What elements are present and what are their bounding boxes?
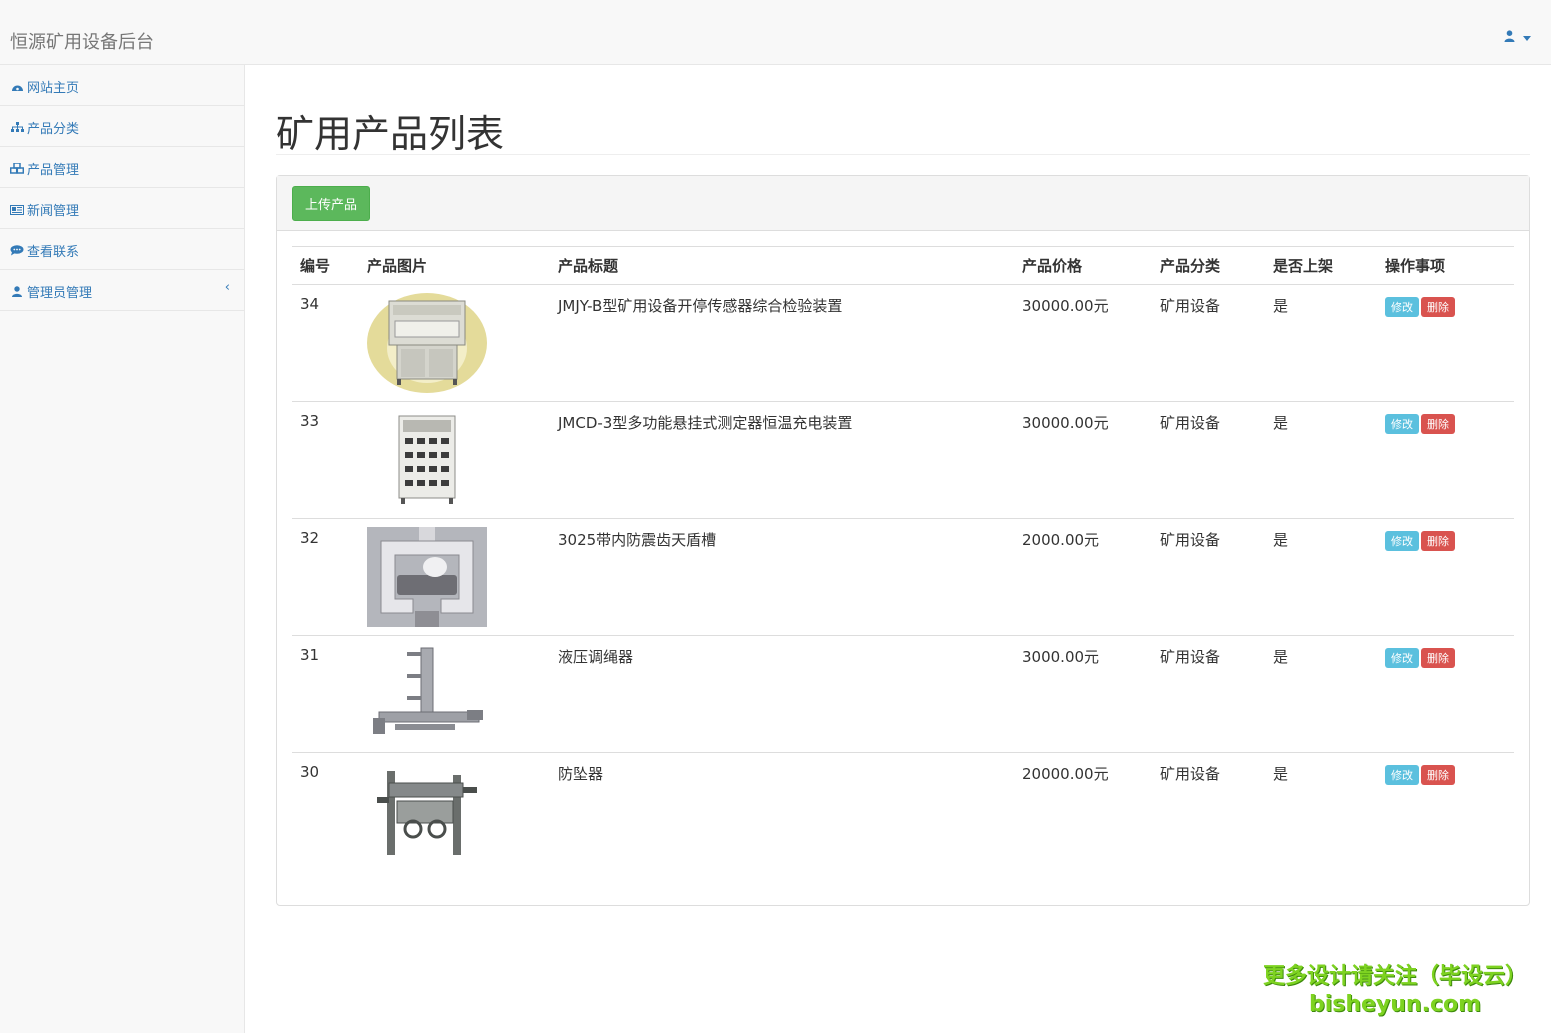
newspaper-icon [10,205,24,218]
user-dropdown[interactable] [1504,30,1531,46]
edit-button[interactable]: 修改 [1385,414,1419,434]
table-row: 31 液压调绳器 3000.00元 矿用设备 是 修改 删除 [292,635,1514,753]
edit-button[interactable]: 修改 [1385,765,1419,785]
sidebar: 网站主页 产品分类 产品管理 新闻管理 查看联系 管理员管理 ‹ [0,65,245,1033]
cubes-icon [9,162,25,177]
page-title: 矿用产品列表 [276,65,1530,156]
table-row: 34 JMJY-B型矿用设备开停传感器综合检验装置 30000.00元 矿用设备… [292,284,1514,402]
cell-listed: 是 [1265,518,1377,636]
cell-price: 30000.00元 [1014,401,1152,519]
table-row: 33 JMCD-3型多功能悬挂式测定器恒温充电装置 30000.00元 矿用设备… [292,401,1514,519]
sidebar-item-news[interactable]: 新闻管理 [0,188,244,229]
cell-id: 33 [292,401,359,519]
cell-listed: 是 [1265,401,1377,519]
delete-button[interactable]: 删除 [1421,414,1455,434]
chevron-down-icon [1523,36,1531,41]
watermark-line-2: bisheyun.com [1308,992,1482,1017]
main-content: 矿用产品列表 上传产品 编号 产品图片 产品标题 产品价格 产品分类 是否上架 … [276,65,1530,906]
watermark: 更多设计请关注（毕设云） bisheyun.com [1263,958,1527,1017]
cell-listed: 是 [1273,765,1289,783]
sidebar-item-label: 管理员管理 [27,286,93,301]
sidebar-item-label: 产品分类 [27,122,80,137]
table-header-row: 编号 产品图片 产品标题 产品价格 产品分类 是否上架 操作事项 [292,246,1514,285]
cell-title[interactable]: 液压调绳器 [550,635,1014,753]
column-header-price[interactable]: 产品价格 [1014,246,1152,285]
delete-button[interactable]: 删除 [1421,765,1455,785]
cell-title[interactable]: JMCD-3型多功能悬挂式测定器恒温充电装置 [550,401,1014,519]
product-image[interactable] [367,293,487,393]
cell-id: 34 [292,284,359,402]
panel-heading: 上传产品 [277,176,1529,231]
column-header-category[interactable]: 产品分类 [1152,246,1265,285]
cell-title[interactable]: JMJY-B型矿用设备开停传感器综合检验装置 [550,284,1014,402]
column-header-title[interactable]: 产品标题 [550,246,1014,285]
sidebar-item-admins[interactable]: 管理员管理 ‹ [0,270,244,311]
edit-button[interactable]: 修改 [1385,648,1419,668]
watermark-line-1: 更多设计请关注（毕设云） [1262,964,1527,989]
sidebar-item-contacts[interactable]: 查看联系 [0,229,244,270]
product-table: 编号 产品图片 产品标题 产品价格 产品分类 是否上架 操作事项 34 JMJY… [292,246,1514,870]
sitemap-icon [10,122,24,136]
cell-actions: 修改 删除 [1377,401,1514,519]
sidebar-item-label: 产品管理 [27,163,80,178]
product-panel: 上传产品 编号 产品图片 产品标题 产品价格 产品分类 是否上架 操作事项 34… [276,175,1530,906]
cell-price: 20000.00元 [1022,765,1109,783]
edit-button[interactable]: 修改 [1385,531,1419,551]
dashboard-icon [10,81,24,95]
column-header-listed[interactable]: 是否上架 [1265,246,1377,285]
brand-title[interactable]: 恒源矿用设备后台 [10,28,154,54]
delete-button[interactable]: 删除 [1421,531,1455,551]
sidebar-item-home[interactable]: 网站主页 [0,65,244,106]
product-image[interactable] [367,410,487,510]
cell-title[interactable]: 防坠器 [550,753,1014,870]
delete-button[interactable]: 删除 [1421,648,1455,668]
product-image[interactable] [367,644,487,744]
cell-category: 矿用设备 [1152,401,1265,519]
table-row: 32 3025带内防震齿天盾槽 2000.00元 矿用设备 是 修改 删除 [292,518,1514,636]
sidebar-item-categories[interactable]: 产品分类 [0,106,244,147]
sidebar-item-label: 查看联系 [27,245,80,260]
cell-id: 30 [300,763,320,781]
cell-actions: 修改 删除 [1377,635,1514,753]
sidebar-item-products[interactable]: 产品管理 [0,147,244,188]
sidebar-item-label: 网站主页 [27,81,80,96]
cell-price: 3000.00元 [1014,635,1152,753]
product-image[interactable] [367,527,487,627]
delete-button[interactable]: 删除 [1421,297,1455,317]
cell-actions: 修改 删除 [1377,753,1514,870]
comments-icon [10,245,24,259]
top-navbar: 恒源矿用设备后台 [0,0,1551,65]
sidebar-item-label: 新闻管理 [27,204,80,219]
cell-price: 30000.00元 [1014,284,1152,402]
table-row: 30 防坠器 20000.00元 矿用设备 是 修改 删除 [292,753,1514,870]
cell-actions: 修改 删除 [1377,518,1514,636]
chevron-left-icon[interactable]: ‹ [225,280,230,295]
cell-id: 31 [292,635,359,753]
user-icon [10,286,24,300]
cell-listed: 是 [1265,284,1377,402]
column-header-id[interactable]: 编号 [292,246,359,285]
cell-category: 矿用设备 [1160,765,1221,783]
user-icon [1504,30,1519,46]
upload-product-button[interactable]: 上传产品 [292,186,371,221]
column-header-actions[interactable]: 操作事项 [1377,246,1514,285]
column-header-image[interactable]: 产品图片 [359,246,550,285]
cell-category: 矿用设备 [1152,284,1265,402]
cell-category: 矿用设备 [1152,518,1265,636]
cell-listed: 是 [1265,635,1377,753]
cell-category: 矿用设备 [1152,635,1265,753]
product-image[interactable] [367,761,487,861]
edit-button[interactable]: 修改 [1385,297,1419,317]
cell-id: 32 [292,518,359,636]
cell-price: 2000.00元 [1014,518,1152,636]
cell-title[interactable]: 3025带内防震齿天盾槽 [550,518,1014,636]
cell-actions: 修改 删除 [1377,284,1514,402]
